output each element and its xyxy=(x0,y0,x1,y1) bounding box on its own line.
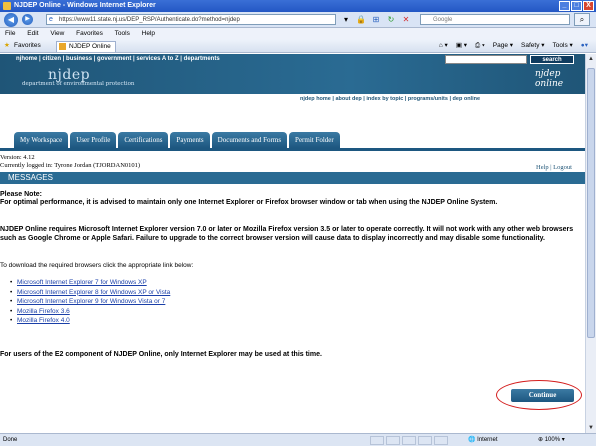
close-button[interactable]: X xyxy=(583,1,594,11)
tab-certifications[interactable]: Certifications xyxy=(118,132,169,148)
brand-online-logo: njdep online xyxy=(535,69,564,89)
forward-button[interactable]: ▶ xyxy=(22,14,33,25)
search-icon[interactable]: ⌕ xyxy=(574,13,590,26)
e2-note: For users of the E2 component of NJDEP O… xyxy=(0,351,322,358)
globe-icon: 🌐 xyxy=(468,437,476,443)
address-input[interactable]: e https://www11.state.nj.us/DEP_RSP/Auth… xyxy=(46,14,336,25)
list-item: Microsoft Internet Explorer 7 for Window… xyxy=(10,278,170,288)
back-button[interactable]: ◀ xyxy=(4,13,18,27)
security-zone[interactable]: 🌐 Internet xyxy=(468,434,498,446)
window-title: NJDEP Online - Windows Internet Explorer xyxy=(14,2,156,9)
site-search-button[interactable]: search xyxy=(530,55,574,64)
zoom-icon: ⊕ xyxy=(538,437,544,443)
stop-icon[interactable]: ✕ xyxy=(400,14,412,25)
tab-user-profile[interactable]: User Profile xyxy=(70,132,117,148)
ie9-link[interactable]: Microsoft Internet Explorer 9 for Window… xyxy=(17,298,165,305)
web-page: njhome | citizen | business | government… xyxy=(0,54,585,433)
browser-search-input[interactable]: Google xyxy=(420,14,570,25)
tab-documents-and-forms[interactable]: Documents and Forms xyxy=(211,132,288,148)
browser-requirements: NJDEP Online requires Microsoft Internet… xyxy=(0,226,574,242)
zone-label: Internet xyxy=(477,437,498,443)
address-icons: ▾ 🔒 ⊞ ↻ ✕ xyxy=(340,14,412,25)
main-tabs: My Workspace User Profile Certifications… xyxy=(14,132,340,148)
status-text: Done xyxy=(3,437,18,443)
list-item: Microsoft Internet Explorer 8 for Window… xyxy=(10,288,170,298)
firefox40-link[interactable]: Mozilla Firefox 4.0 xyxy=(17,317,70,324)
status-panel xyxy=(402,436,416,445)
menu-tools[interactable]: Tools xyxy=(115,30,130,37)
menu-help[interactable]: Help xyxy=(142,30,155,37)
command-bar: ⌂ ▾ ▣ ▾ ⎙ ▾ Page ▾ Safety ▾ Tools ▾ ●▾ xyxy=(439,39,588,53)
help-icon[interactable]: ●▾ xyxy=(581,39,588,53)
window-controls: _ □ X xyxy=(559,1,594,11)
messages-heading: MESSAGES xyxy=(0,172,585,184)
scroll-up-icon[interactable]: ▲ xyxy=(586,54,596,64)
tab-permit-folder[interactable]: Permit Folder xyxy=(289,132,340,148)
site-search-input[interactable] xyxy=(445,55,527,64)
note-body: For optimal performance, it is advised t… xyxy=(0,199,498,206)
ie-app-icon xyxy=(3,2,11,10)
tab-favicon-icon xyxy=(59,43,66,50)
print-icon[interactable]: ⎙ ▾ xyxy=(475,39,485,53)
status-panels xyxy=(370,436,448,445)
menu-view[interactable]: View xyxy=(50,30,64,37)
tab-my-workspace[interactable]: My Workspace xyxy=(14,132,69,148)
list-item: Mozilla Firefox 3.6 xyxy=(10,307,170,317)
browser-tab[interactable]: NJDEP Online xyxy=(56,41,116,52)
top-nav-links[interactable]: njhome | citizen | business | government… xyxy=(16,56,220,62)
address-toolbar: ◀ ▶ e https://www11.state.nj.us/DEP_RSP/… xyxy=(0,12,596,28)
logged-in-text: Currently logged in: Tyrone Jordan (TJOR… xyxy=(0,162,141,169)
safety-menu[interactable]: Safety ▾ xyxy=(521,39,545,53)
tools-menu[interactable]: Tools ▾ xyxy=(553,39,573,53)
menu-favorites[interactable]: Favorites xyxy=(76,30,103,37)
browser-tab-title: NJDEP Online xyxy=(69,43,111,50)
page-favicon-icon: e xyxy=(49,16,53,23)
status-bar: Done 🌐 Internet ⊕ 100% ▾ xyxy=(0,433,596,446)
tab-divider xyxy=(0,148,585,151)
site-banner: njhome | citizen | business | government… xyxy=(0,54,585,94)
home-icon[interactable]: ⌂ ▾ xyxy=(439,39,448,53)
url-text: https://www11.state.nj.us/DEP_RSP/Authen… xyxy=(59,17,240,23)
maximize-button[interactable]: □ xyxy=(571,1,582,11)
ie7-link[interactable]: Microsoft Internet Explorer 7 for Window… xyxy=(17,279,147,286)
window-title-bar: NJDEP Online - Windows Internet Explorer… xyxy=(0,0,596,12)
vertical-scrollbar[interactable]: ▲ ▼ xyxy=(585,54,596,433)
status-panel xyxy=(418,436,432,445)
dropdown-icon[interactable]: ▾ xyxy=(340,14,352,25)
status-panel xyxy=(370,436,384,445)
menu-file[interactable]: File xyxy=(5,30,15,37)
version-text: Version: 4.12 xyxy=(0,154,35,161)
list-item: Microsoft Internet Explorer 9 for Window… xyxy=(10,297,170,307)
continue-button[interactable]: Continue xyxy=(511,389,574,402)
download-instructions: To download the required browsers click … xyxy=(0,262,194,269)
help-logout-links[interactable]: Help | Logout xyxy=(536,164,572,171)
zoom-value: 100% xyxy=(544,437,561,443)
lock-icon[interactable]: 🔒 xyxy=(355,14,367,25)
compatibility-icon[interactable]: ⊞ xyxy=(370,14,382,25)
refresh-icon[interactable]: ↻ xyxy=(385,14,397,25)
tab-payments[interactable]: Payments xyxy=(170,132,210,148)
page-menu[interactable]: Page ▾ xyxy=(493,39,513,53)
menu-bar: File Edit View Favorites Tools Help xyxy=(0,28,596,39)
firefox36-link[interactable]: Mozilla Firefox 3.6 xyxy=(17,308,70,315)
list-item: Mozilla Firefox 4.0 xyxy=(10,316,170,326)
note-heading: Please Note: xyxy=(0,191,43,198)
status-panel xyxy=(434,436,448,445)
favorites-bar: ★ Favorites NJDEP Online ⌂ ▾ ▣ ▾ ⎙ ▾ Pag… xyxy=(0,39,596,53)
search-provider-text: Google xyxy=(433,17,453,23)
ie8-link[interactable]: Microsoft Internet Explorer 8 for Window… xyxy=(17,289,170,296)
sub-nav-links[interactable]: njdep home | about dep | index by topic … xyxy=(300,96,480,102)
menu-edit[interactable]: Edit xyxy=(27,30,38,37)
download-links-list: Microsoft Internet Explorer 7 for Window… xyxy=(10,278,170,326)
favorites-star-icon[interactable]: ★ xyxy=(4,39,10,53)
logo-department-text: department of environmental protection xyxy=(22,81,135,87)
scroll-down-icon[interactable]: ▼ xyxy=(586,423,596,433)
zoom-level[interactable]: ⊕ 100% ▾ xyxy=(538,434,565,446)
favorites-button[interactable]: Favorites xyxy=(14,39,41,53)
feeds-icon[interactable]: ▣ ▾ xyxy=(456,39,467,53)
scroll-thumb[interactable] xyxy=(587,68,595,338)
status-panel xyxy=(386,436,400,445)
minimize-button[interactable]: _ xyxy=(559,1,570,11)
